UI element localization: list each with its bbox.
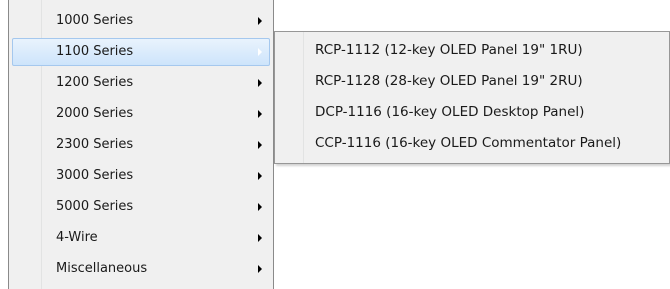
menu-item-miscellaneous[interactable]: Miscellaneous [12, 255, 270, 283]
menu-item-label: 2000 Series [56, 106, 134, 121]
menu-item-4-wire[interactable]: 4-Wire [12, 224, 270, 252]
menu-item-2300-series[interactable]: 2300 Series [12, 131, 270, 159]
submenu-1100-series: RCP-1112 (12-key OLED Panel 19" 1RU) RCP… [274, 31, 670, 164]
menu-item-1000-series[interactable]: 1000 Series [12, 7, 270, 35]
menu-item-label: 5000 Series [56, 199, 134, 214]
menu-item-2000-series[interactable]: 2000 Series [12, 100, 270, 128]
submenu-arrow-icon [258, 234, 262, 242]
submenu-arrow-icon [258, 79, 262, 87]
submenu-arrow-icon [258, 203, 262, 211]
submenu-arrow-icon [258, 172, 262, 180]
submenu-arrow-icon [258, 141, 262, 149]
submenu-item-ccp-1116[interactable]: CCP-1116 (16-key OLED Commentator Panel) [315, 128, 621, 159]
submenu-arrow-icon [258, 48, 262, 56]
menu-item-label: 1100 Series [56, 44, 134, 59]
submenu-item-rcp-1112[interactable]: RCP-1112 (12-key OLED Panel 19" 1RU) [315, 35, 583, 66]
menu-item-1200-series[interactable]: 1200 Series [12, 69, 270, 97]
menu-item-label: 3000 Series [56, 168, 134, 183]
submenu-arrow-icon [258, 110, 262, 118]
submenu-item-dcp-1116[interactable]: DCP-1116 (16-key OLED Desktop Panel) [315, 97, 584, 128]
menu-item-label: 1000 Series [56, 13, 134, 28]
menu-item-label: 4-Wire [56, 230, 98, 245]
menu-item-5000-series[interactable]: 5000 Series [12, 193, 270, 221]
submenu-item-rcp-1128[interactable]: RCP-1128 (28-key OLED Panel 19" 2RU) [315, 66, 583, 97]
menu-item-1100-series[interactable]: 1100 Series [12, 38, 270, 66]
submenu-gutter-divider [303, 32, 304, 163]
menu-item-3000-series[interactable]: 3000 Series [12, 162, 270, 190]
submenu-arrow-icon [258, 265, 262, 273]
submenu-arrow-icon [258, 17, 262, 25]
context-menu: 1000 Series 1100 Series 1200 Series 2000… [8, 0, 274, 289]
menu-item-label: Miscellaneous [56, 261, 148, 276]
menu-item-label: 2300 Series [56, 137, 134, 152]
menu-item-label: 1200 Series [56, 75, 134, 90]
